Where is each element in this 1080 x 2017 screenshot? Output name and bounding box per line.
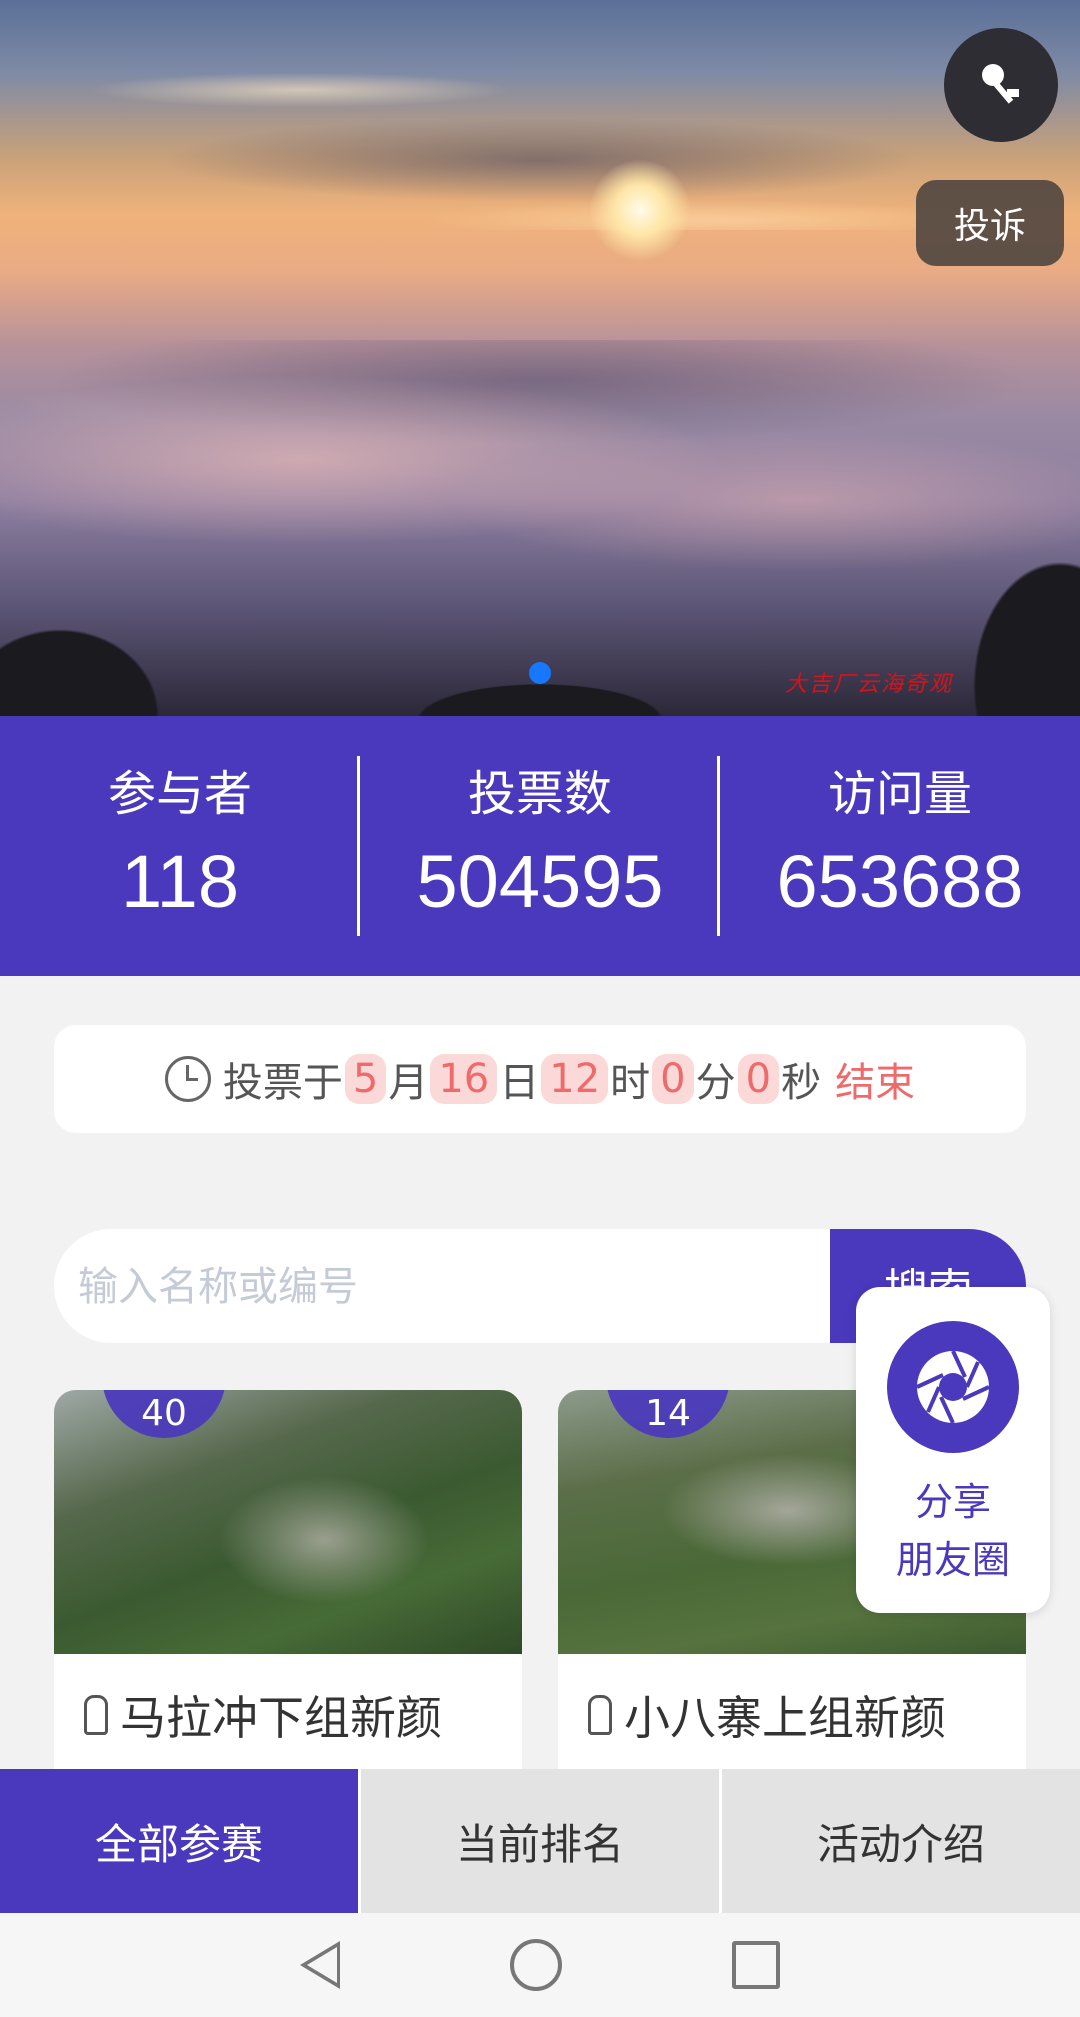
countdown-day: 16 — [430, 1054, 498, 1104]
music-note-icon — [982, 64, 1019, 104]
tab-all-entries[interactable]: 全部参赛 — [0, 1769, 358, 1913]
music-toggle-button[interactable] — [944, 28, 1058, 142]
back-icon[interactable] — [300, 1941, 340, 1989]
user-icon — [84, 1695, 108, 1735]
entry-photo — [54, 1390, 522, 1654]
countdown-second-unit: 秒 — [781, 1060, 822, 1106]
stat-label: 投票数 — [467, 766, 612, 822]
countdown-hour-unit: 时 — [610, 1060, 651, 1106]
entry-title-row: 小八寨上组新颜 — [588, 1682, 1026, 1748]
share-moments-button[interactable]: 分享 朋友圈 — [856, 1287, 1050, 1613]
stat-value: 653688 — [776, 840, 1024, 923]
banner-sun — [590, 160, 690, 260]
stat-votes: 投票数 504595 — [360, 764, 720, 928]
countdown-day-unit: 日 — [499, 1060, 540, 1106]
entry-title: 马拉冲下组新颜 — [120, 1691, 442, 1745]
vote-countdown: 投票于 5 月 16 日 12 时 0 分 0 秒 结束 — [54, 1025, 1026, 1133]
countdown-suffix: 结束 — [835, 1060, 916, 1106]
stat-value: 504595 — [416, 840, 664, 923]
entry-card[interactable]: 40 马拉冲下组新颜 — [54, 1390, 522, 1770]
home-icon[interactable] — [510, 1939, 562, 1991]
stats-bar: 参与者 118 投票数 504595 访问量 653688 — [0, 716, 1080, 976]
stat-label: 访问量 — [827, 766, 972, 822]
system-nav-bar — [0, 1913, 1080, 2017]
tab-ranking[interactable]: 当前排名 — [358, 1769, 719, 1913]
stat-participants: 参与者 118 — [0, 764, 360, 928]
tab-activity-intro[interactable]: 活动介绍 — [719, 1769, 1080, 1913]
search-input[interactable] — [54, 1229, 860, 1343]
countdown-second: 0 — [737, 1054, 780, 1104]
stat-label: 参与者 — [107, 766, 252, 822]
share-label-line2: 朋友圈 — [895, 1538, 1010, 1582]
countdown-hour: 12 — [541, 1054, 609, 1104]
stat-value: 118 — [121, 840, 239, 923]
bottom-tab-bar: 全部参赛 当前排名 活动介绍 — [0, 1769, 1080, 1913]
countdown-prefix: 投票于 — [222, 1060, 343, 1106]
user-icon — [588, 1695, 612, 1735]
share-label-line1: 分享 — [914, 1480, 991, 1524]
aperture-icon — [916, 1350, 990, 1424]
countdown-minute-unit: 分 — [695, 1060, 736, 1106]
countdown-month-unit: 月 — [388, 1060, 429, 1106]
complain-button[interactable]: 投诉 — [916, 180, 1064, 266]
recent-apps-icon[interactable] — [732, 1941, 780, 1989]
banner-watermark: 大吉厂云海奇观 — [785, 672, 954, 697]
camera-shutter-icon — [887, 1321, 1019, 1453]
stat-visits: 访问量 653688 — [720, 764, 1080, 928]
countdown-minute: 0 — [652, 1054, 694, 1104]
clock-icon — [164, 1056, 211, 1102]
stats-divider — [717, 756, 720, 936]
stats-divider — [357, 756, 360, 936]
banner-carousel[interactable]: 大吉厂云海奇观 — [0, 0, 1080, 716]
entry-title-row: 马拉冲下组新颜 — [84, 1682, 522, 1748]
countdown-month: 5 — [344, 1054, 387, 1104]
entry-title: 小八寨上组新颜 — [624, 1691, 946, 1745]
carousel-indicator-dot[interactable] — [529, 662, 551, 684]
